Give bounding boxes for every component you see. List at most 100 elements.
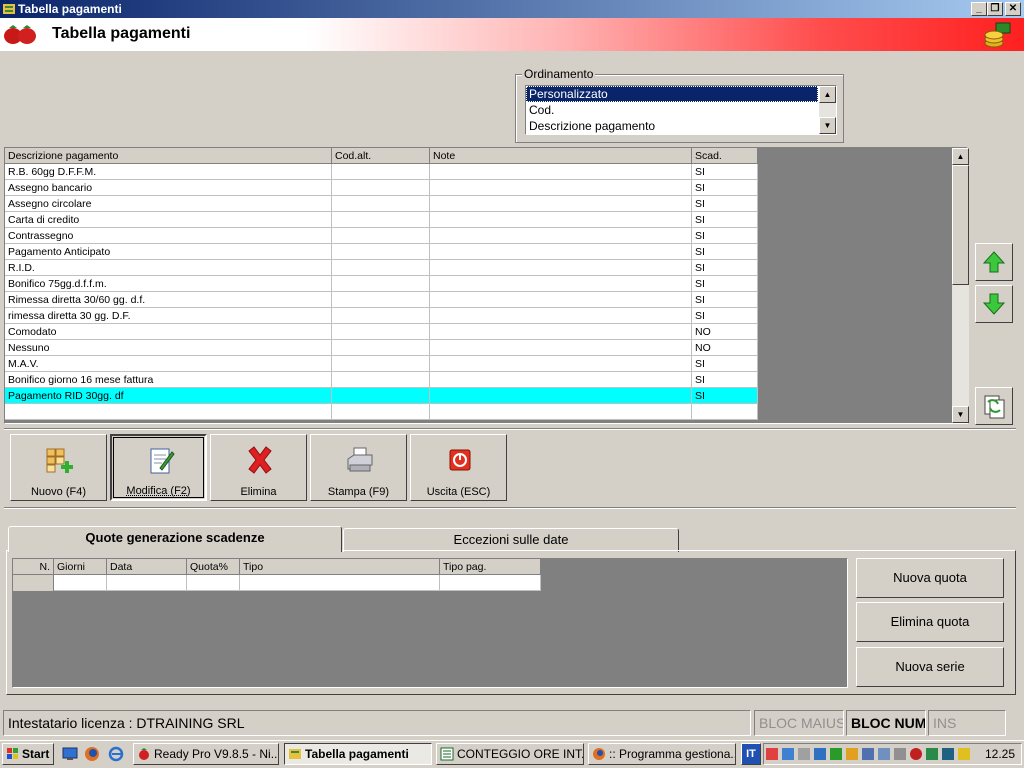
- grid-scrollbar[interactable]: ▲ ▼: [952, 148, 969, 423]
- refresh-button[interactable]: [975, 387, 1013, 425]
- scroll-down-arrow-icon[interactable]: ▼: [819, 117, 836, 134]
- start-button[interactable]: Start: [2, 743, 54, 765]
- table-row[interactable]: Rimessa diretta 30/60 gg. d.f. SI: [5, 292, 758, 308]
- table-cell[interactable]: [430, 164, 692, 180]
- table-cell[interactable]: SI: [692, 276, 758, 292]
- table-cell[interactable]: rimessa diretta 30 gg. D.F.: [5, 308, 332, 324]
- table-cell[interactable]: [430, 196, 692, 212]
- move-up-button[interactable]: [975, 243, 1013, 281]
- table-cell[interactable]: Contrassegno: [5, 228, 332, 244]
- scroll-up-arrow-icon[interactable]: ▲: [819, 86, 836, 103]
- table-cell[interactable]: [430, 324, 692, 340]
- table-cell[interactable]: Bonifico 75gg.d.f.f.m.: [5, 276, 332, 292]
- table-cell[interactable]: [332, 244, 430, 260]
- table-cell[interactable]: Assegno bancario: [5, 180, 332, 196]
- table-cell[interactable]: [332, 164, 430, 180]
- table-cell[interactable]: [187, 575, 240, 591]
- table-cell[interactable]: [430, 260, 692, 276]
- column-header-scad[interactable]: Scad.: [692, 148, 758, 164]
- elimina-quota-button[interactable]: Elimina quota: [856, 602, 1004, 642]
- taskbar-item-readypro[interactable]: Ready Pro V9.8.5 - Ni...: [133, 743, 279, 765]
- payments-grid[interactable]: Descrizione pagamento Cod.alt. Note Scad…: [4, 147, 969, 424]
- column-header-n[interactable]: N.: [13, 559, 54, 575]
- column-header-quota[interactable]: Quota%: [187, 559, 240, 575]
- column-header-tipo[interactable]: Tipo: [240, 559, 440, 575]
- modifica-button[interactable]: Modifica (F2): [110, 434, 207, 501]
- language-indicator[interactable]: IT: [741, 743, 761, 765]
- column-header-note[interactable]: Note: [430, 148, 692, 164]
- table-row[interactable]: Assegno circolare SI: [5, 196, 758, 212]
- table-cell[interactable]: [430, 308, 692, 324]
- column-header-codalt[interactable]: Cod.alt.: [332, 148, 430, 164]
- table-row[interactable]: Contrassegno SI: [5, 228, 758, 244]
- table-cell[interactable]: R.B. 60gg D.F.F.M.: [5, 164, 332, 180]
- table-row[interactable]: Pagamento Anticipato SI: [5, 244, 758, 260]
- ordinamento-option[interactable]: Cod.: [526, 102, 818, 118]
- ordinamento-listbox[interactable]: Personalizzato Cod. Descrizione pagament…: [525, 85, 837, 135]
- table-cell[interactable]: [5, 404, 332, 420]
- table-cell[interactable]: Bonifico giorno 16 mese fattura: [5, 372, 332, 388]
- internet-explorer-icon[interactable]: [108, 746, 124, 762]
- uscita-button[interactable]: Uscita (ESC): [410, 434, 507, 501]
- table-cell[interactable]: [332, 180, 430, 196]
- close-button[interactable]: ✕: [1005, 2, 1021, 16]
- table-cell[interactable]: [332, 292, 430, 308]
- table-cell[interactable]: [332, 340, 430, 356]
- taskbar-item-tabella[interactable]: Tabella pagamenti: [284, 743, 432, 765]
- elimina-button[interactable]: Elimina: [210, 434, 307, 501]
- table-row[interactable]: Assegno bancario SI: [5, 180, 758, 196]
- table-cell[interactable]: Nessuno: [5, 340, 332, 356]
- scroll-down-arrow-icon[interactable]: ▼: [952, 406, 969, 423]
- table-cell[interactable]: [430, 180, 692, 196]
- table-cell[interactable]: [107, 575, 187, 591]
- table-row[interactable]: Bonifico 75gg.d.f.f.m. SI: [5, 276, 758, 292]
- table-cell[interactable]: [430, 228, 692, 244]
- firefox-icon[interactable]: [84, 746, 100, 762]
- table-cell[interactable]: SI: [692, 372, 758, 388]
- table-cell[interactable]: SI: [692, 228, 758, 244]
- table-cell[interactable]: SI: [692, 292, 758, 308]
- table-cell[interactable]: Pagamento RID 30gg. df: [5, 388, 332, 404]
- table-row[interactable]: M.A.V. SI: [5, 356, 758, 372]
- nuovo-button[interactable]: Nuovo (F4): [10, 434, 107, 501]
- table-cell[interactable]: SI: [692, 308, 758, 324]
- nuova-serie-button[interactable]: Nuova serie: [856, 647, 1004, 687]
- table-cell[interactable]: [430, 292, 692, 308]
- ordinamento-option[interactable]: Descrizione pagamento: [526, 118, 818, 134]
- nuova-quota-button[interactable]: Nuova quota: [856, 558, 1004, 598]
- taskbar-item-programma[interactable]: :: Programma gestiona...: [588, 743, 736, 765]
- table-cell[interactable]: SI: [692, 212, 758, 228]
- table-cell[interactable]: [332, 260, 430, 276]
- quote-grid[interactable]: N. Giorni Data Quota% Tipo Tipo pag.: [12, 558, 848, 688]
- stampa-button[interactable]: Stampa (F9): [310, 434, 407, 501]
- table-row[interactable]: Comodato NO: [5, 324, 758, 340]
- table-cell[interactable]: [240, 575, 440, 591]
- table-cell[interactable]: [332, 372, 430, 388]
- table-cell[interactable]: [332, 276, 430, 292]
- table-cell[interactable]: [440, 575, 541, 591]
- table-cell[interactable]: [430, 212, 692, 228]
- table-cell[interactable]: [692, 404, 758, 420]
- table-cell[interactable]: [430, 388, 692, 404]
- table-cell[interactable]: [332, 308, 430, 324]
- tab-quote-generazione[interactable]: Quote generazione scadenze: [8, 526, 342, 552]
- taskbar-item-conteggio[interactable]: CONTEGGIO ORE INT...: [436, 743, 584, 765]
- ordinamento-option[interactable]: Personalizzato: [526, 86, 818, 102]
- table-cell[interactable]: [430, 356, 692, 372]
- table-row[interactable]: Bonifico giorno 16 mese fattura SI: [5, 372, 758, 388]
- tab-eccezioni-date[interactable]: Eccezioni sulle date: [343, 528, 679, 552]
- quote-grid-empty-row[interactable]: [13, 575, 541, 591]
- desktop-icon[interactable]: [62, 746, 78, 762]
- table-cell[interactable]: [430, 244, 692, 260]
- table-cell[interactable]: Pagamento Anticipato: [5, 244, 332, 260]
- table-cell[interactable]: M.A.V.: [5, 356, 332, 372]
- move-down-button[interactable]: [975, 285, 1013, 323]
- ordinamento-scrollbar[interactable]: ▲ ▼: [819, 86, 836, 134]
- table-row[interactable]: R.I.D. SI: [5, 260, 758, 276]
- table-row[interactable]: rimessa diretta 30 gg. D.F. SI: [5, 308, 758, 324]
- table-cell[interactable]: SI: [692, 164, 758, 180]
- column-header-giorni[interactable]: Giorni: [54, 559, 107, 575]
- table-row[interactable]: Nessuno NO: [5, 340, 758, 356]
- table-row[interactable]: R.B. 60gg D.F.F.M. SI: [5, 164, 758, 180]
- table-cell[interactable]: [332, 212, 430, 228]
